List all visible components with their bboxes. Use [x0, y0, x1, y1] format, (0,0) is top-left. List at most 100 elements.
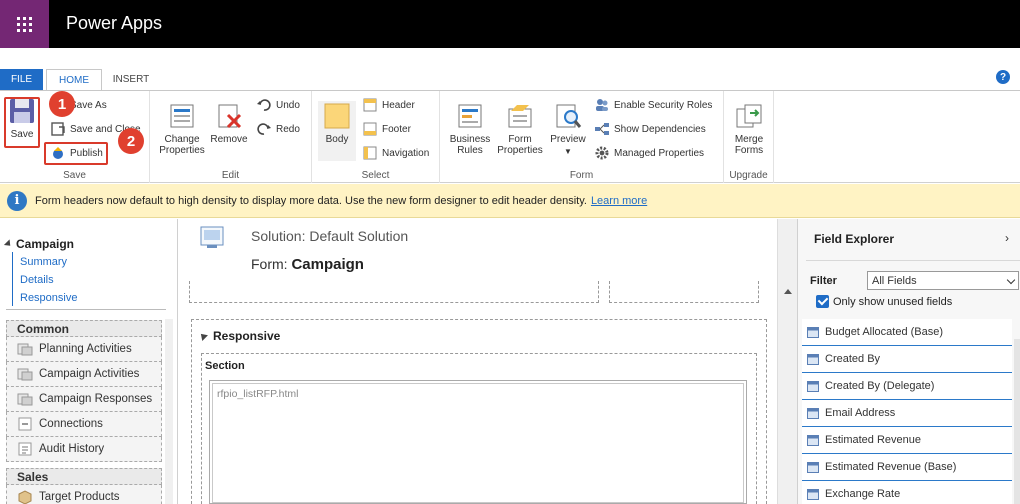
relationship-icon — [17, 368, 33, 381]
solution-name: Solution: Default Solution — [251, 228, 409, 244]
upgrade-group-label: Upgrade — [729, 170, 768, 181]
web-resource-control[interactable]: rfpio_listRFP.html — [209, 380, 747, 504]
enable-security-roles-label: Enable Security Roles — [614, 99, 713, 111]
nav-scrollbar[interactable] — [165, 319, 173, 504]
merge-forms-button[interactable]: Merge Forms — [730, 101, 768, 156]
nav-item-planning-activities[interactable]: Planning Activities — [6, 337, 162, 362]
preview-icon — [556, 104, 582, 128]
form-link-details[interactable]: Details — [12, 270, 54, 288]
chevron-right-icon[interactable]: › — [1005, 231, 1009, 245]
nav-item-label: Audit History — [39, 443, 105, 455]
nav-item-target-products[interactable]: Target Products — [6, 485, 162, 504]
body-button[interactable]: Body — [318, 101, 356, 161]
help-icon[interactable]: ? — [996, 70, 1010, 84]
form-navigation-pane: Campaign Summary Details Responsive Comm… — [0, 219, 178, 504]
field-item-label: Budget Allocated (Base) — [825, 326, 944, 338]
footer-button[interactable]: Footer — [362, 121, 411, 137]
field-item[interactable]: Estimated Revenue (Base) — [802, 454, 1012, 481]
form-properties-button[interactable]: Form Properties — [495, 101, 545, 156]
audit-history-icon — [18, 442, 32, 456]
tab-insert[interactable]: INSERT — [106, 69, 156, 90]
merge-forms-label: Merge Forms — [734, 134, 764, 156]
ribbon-tab-row: FILE HOME INSERT ? — [0, 48, 1020, 91]
undo-button[interactable]: Undo — [256, 97, 300, 113]
footer-icon — [363, 122, 377, 136]
product-box-icon — [18, 490, 32, 504]
callout-badge-2: 2 — [118, 128, 144, 154]
field-item[interactable]: Exchange Rate — [802, 481, 1012, 504]
callout-box-save — [4, 97, 40, 148]
app-launcher-button[interactable] — [0, 0, 49, 48]
edit-group-label: Edit — [221, 170, 240, 181]
relationship-icon — [17, 343, 33, 356]
form-group: Business Rules Form Properties Preview ▼… — [440, 91, 724, 183]
form-name: Form: Campaign — [251, 256, 364, 273]
only-unused-checkbox[interactable] — [816, 295, 829, 308]
business-rules-label: Business Rules — [449, 134, 491, 156]
nav-item-campaign-responses[interactable]: Campaign Responses — [6, 387, 162, 412]
callout-badge-1: 1 — [49, 91, 75, 117]
field-item[interactable]: Email Address — [802, 400, 1012, 427]
navigation-icon — [363, 146, 377, 160]
business-rules-button[interactable]: Business Rules — [446, 101, 494, 156]
collapse-triangle-icon — [198, 331, 208, 341]
filter-select[interactable]: All Fields — [867, 271, 1019, 290]
nav-section-sales[interactable]: Sales — [6, 468, 162, 485]
remove-label: Remove — [210, 134, 248, 145]
form-designer-canvas: Solution: Default Solution Form: Campaig… — [179, 219, 797, 504]
header-section-left[interactable] — [189, 281, 599, 303]
field-item-label: Estimated Revenue (Base) — [825, 461, 957, 473]
change-properties-button[interactable]: Change Properties — [156, 101, 208, 156]
nav-item-audit-history[interactable]: Audit History — [6, 437, 162, 462]
undo-icon — [257, 99, 271, 111]
field-item[interactable]: Budget Allocated (Base) — [802, 319, 1012, 346]
scroll-up-icon[interactable] — [784, 289, 792, 294]
navigation-button[interactable]: Navigation — [362, 145, 429, 161]
form-canvas: Responsive Section rfpio_listRFP.html — [179, 281, 777, 504]
filter-select-value: All Fields — [872, 274, 917, 287]
form-link-responsive[interactable]: Responsive — [11, 288, 77, 306]
field-list-scrollbar[interactable] — [1014, 339, 1020, 504]
enable-security-roles-button[interactable]: Enable Security Roles — [594, 97, 712, 113]
field-explorer-divider — [806, 260, 1020, 261]
edit-group: Change Properties Remove Undo Redo Edit — [150, 91, 312, 183]
only-unused-label: Only show unused fields — [833, 296, 953, 308]
tab-home[interactable]: HOME — [46, 69, 102, 91]
nav-section-common[interactable]: Common — [6, 320, 162, 337]
header-section-right[interactable] — [609, 281, 759, 303]
field-explorer-title: Field Explorer — [814, 232, 895, 246]
connections-icon — [18, 417, 32, 431]
tab-file[interactable]: FILE — [0, 69, 43, 90]
tab-title[interactable]: Responsive — [198, 329, 280, 343]
preview-button[interactable]: Preview ▼ — [546, 101, 590, 157]
remove-button[interactable]: Remove — [208, 101, 250, 145]
info-banner: i Form headers now default to high densi… — [0, 184, 1020, 218]
show-dependencies-label: Show Dependencies — [614, 123, 706, 135]
redo-button[interactable]: Redo — [256, 121, 300, 137]
form-link-summary[interactable]: Summary — [11, 252, 67, 270]
save-group: Save Save As Save and Close Publish 1 2 … — [0, 91, 150, 183]
filter-label: Filter — [810, 275, 837, 287]
canvas-scrollbar[interactable] — [777, 219, 797, 504]
field-item[interactable]: Estimated Revenue — [802, 427, 1012, 454]
field-item[interactable]: Created By — [802, 346, 1012, 373]
field-explorer-pane: Field Explorer › Filter All Fields Only … — [797, 219, 1020, 504]
nav-item-connections[interactable]: Connections — [6, 412, 162, 437]
managed-properties-button[interactable]: Managed Properties — [594, 145, 704, 161]
change-properties-icon — [170, 104, 194, 128]
preview-dropdown-icon[interactable]: ▼ — [564, 146, 572, 157]
entity-title[interactable]: Campaign — [3, 237, 74, 251]
callout-box-publish — [44, 142, 108, 165]
header-button[interactable]: Header — [362, 97, 415, 113]
nav-divider — [6, 309, 166, 310]
upgrade-group: Merge Forms Upgrade — [724, 91, 774, 183]
show-dependencies-button[interactable]: Show Dependencies — [594, 121, 706, 137]
form-name-value: Campaign — [291, 256, 364, 273]
learn-more-link[interactable]: Learn more — [591, 195, 647, 207]
remove-icon — [218, 104, 242, 129]
nav-item-campaign-activities[interactable]: Campaign Activities — [6, 362, 162, 387]
field-item[interactable]: Created By (Delegate) — [802, 373, 1012, 400]
field-list: Budget Allocated (Base) Created By Creat… — [798, 319, 1020, 504]
preview-label: Preview — [550, 134, 586, 145]
security-roles-icon — [596, 99, 608, 111]
